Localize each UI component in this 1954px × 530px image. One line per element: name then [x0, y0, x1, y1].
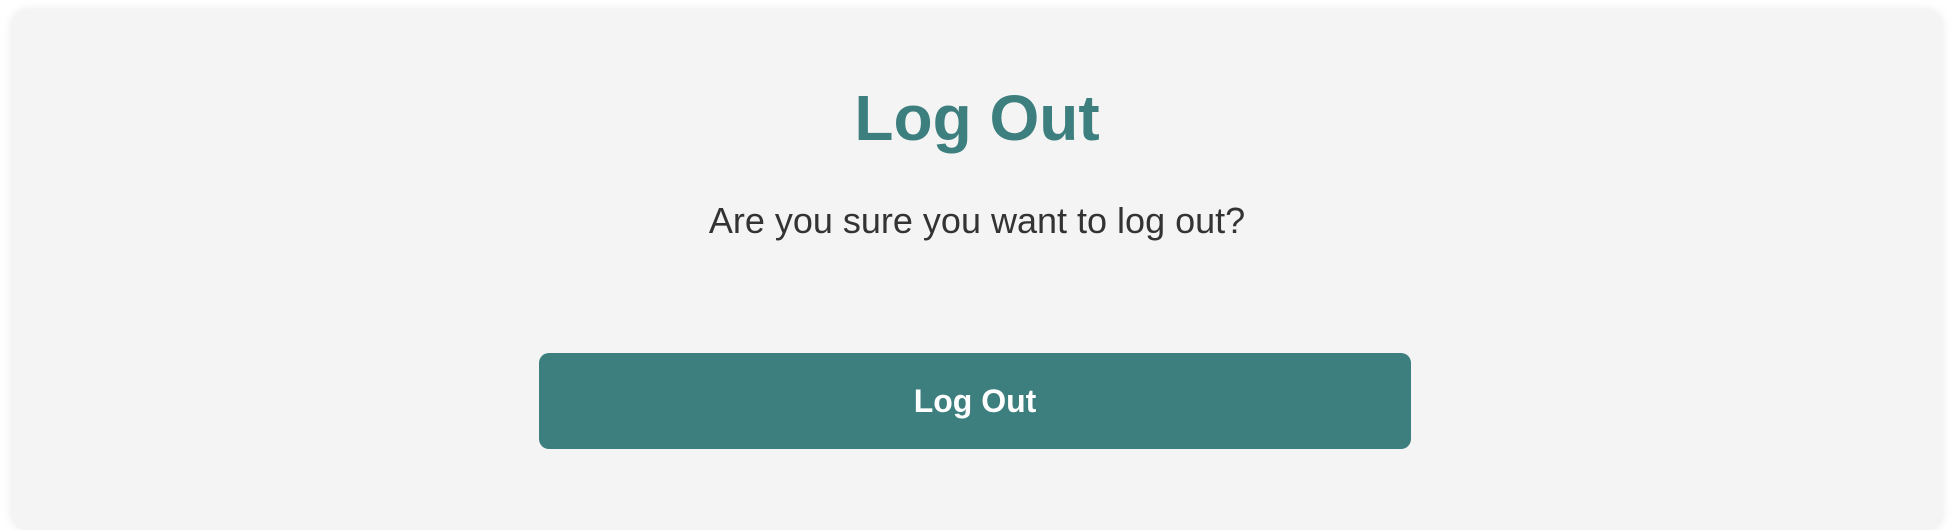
logout-card: Log Out Are you sure you want to log out…: [12, 10, 1942, 530]
page-title: Log Out: [854, 82, 1100, 154]
confirmation-message: Are you sure you want to log out?: [708, 200, 1246, 241]
logout-button[interactable]: Log Out: [539, 353, 1411, 449]
